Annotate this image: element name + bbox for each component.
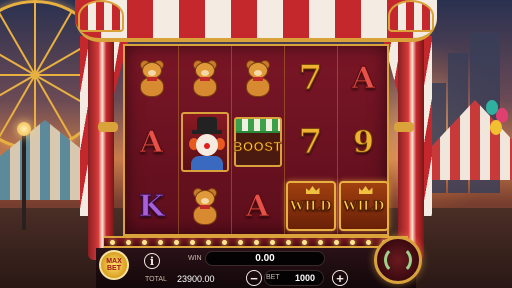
reel-symbol: A xyxy=(125,110,178,174)
reel-symbol: 9 xyxy=(337,110,390,174)
reel-symbol: 7 xyxy=(284,110,337,174)
reel-5: A 9 WILD xyxy=(337,46,390,238)
light-bulb-rail xyxy=(104,236,408,248)
crown-icon xyxy=(305,186,320,194)
reel-symbol: A xyxy=(231,174,284,238)
letter-a-symbol: A xyxy=(245,188,270,224)
info-icon: i xyxy=(149,254,155,268)
wild-symbol: WILD xyxy=(285,181,336,231)
minus-icon: − xyxy=(250,270,258,286)
spin-arrows-icon xyxy=(384,246,412,274)
wild-label: WILD xyxy=(342,197,385,214)
increase-bet-button[interactable]: + xyxy=(332,270,348,286)
reel-symbol: A xyxy=(337,46,390,110)
teddy-bear-icon xyxy=(135,58,169,98)
boost-label: BOOST xyxy=(233,138,282,154)
win-display: 0.00 xyxy=(205,251,325,266)
reel-2 xyxy=(178,46,231,238)
nine-symbol: 9 xyxy=(353,124,375,160)
letter-a-symbol: A xyxy=(351,60,376,96)
curtain-tieback-right xyxy=(394,122,414,132)
boost-symbol: BOOST xyxy=(233,117,282,167)
letter-k-symbol: K xyxy=(138,188,165,224)
pillar-cap-right xyxy=(388,0,434,32)
teddy-bear-icon xyxy=(188,58,222,98)
letter-a-symbol: A xyxy=(139,124,164,160)
pillar-cap-left xyxy=(78,0,124,32)
reel-4: 7 7 WILD xyxy=(284,46,337,238)
reel-1: A K xyxy=(125,46,178,238)
total-balance: 23900.00 xyxy=(177,274,215,284)
decrease-bet-button[interactable]: − xyxy=(246,270,262,286)
frame-pillar-right xyxy=(398,10,424,260)
awning-icon xyxy=(235,119,280,131)
reel-symbol: WILD xyxy=(284,174,337,238)
info-button[interactable]: i xyxy=(144,253,160,269)
curtain-tieback-left xyxy=(98,122,118,132)
total-label: TOTAL xyxy=(145,276,167,283)
bet-value: 1000 xyxy=(294,273,315,283)
reel-symbol xyxy=(178,46,231,110)
reel-symbol xyxy=(178,174,231,238)
tent-top-valance xyxy=(75,0,437,42)
max-bet-label-line2: BET xyxy=(107,265,121,272)
max-bet-label-line1: MAX xyxy=(106,258,122,265)
bet-label: BET xyxy=(266,274,280,281)
reel-symbol xyxy=(125,46,178,110)
reel-symbol: WILD xyxy=(337,174,390,238)
plus-icon: + xyxy=(336,270,344,286)
reel-symbol xyxy=(178,110,231,174)
street-lamp xyxy=(17,122,31,230)
reel-3: BOOST A xyxy=(231,46,284,238)
clown-icon xyxy=(180,112,229,172)
reel-window: A K BOOST A 7 7 WILD A 9 WILD xyxy=(123,44,389,236)
reel-symbol: BOOST xyxy=(231,110,284,174)
win-value: 0.00 xyxy=(255,253,275,264)
reel-symbol xyxy=(231,46,284,110)
wild-label: WILD xyxy=(289,197,332,214)
max-bet-button[interactable]: MAX BET xyxy=(99,250,129,280)
crown-icon xyxy=(358,186,373,194)
wild-symbol: WILD xyxy=(338,181,389,231)
frame-pillar-left xyxy=(88,10,114,260)
teddy-bear-icon xyxy=(241,58,275,98)
teddy-bear-icon xyxy=(188,186,222,226)
spin-button[interactable] xyxy=(374,236,422,284)
seven-symbol: 7 xyxy=(298,122,323,163)
win-label: WIN xyxy=(188,255,202,262)
reel-symbol: 7 xyxy=(284,46,337,110)
seven-symbol: 7 xyxy=(298,58,323,99)
reel-symbol: K xyxy=(125,174,178,238)
